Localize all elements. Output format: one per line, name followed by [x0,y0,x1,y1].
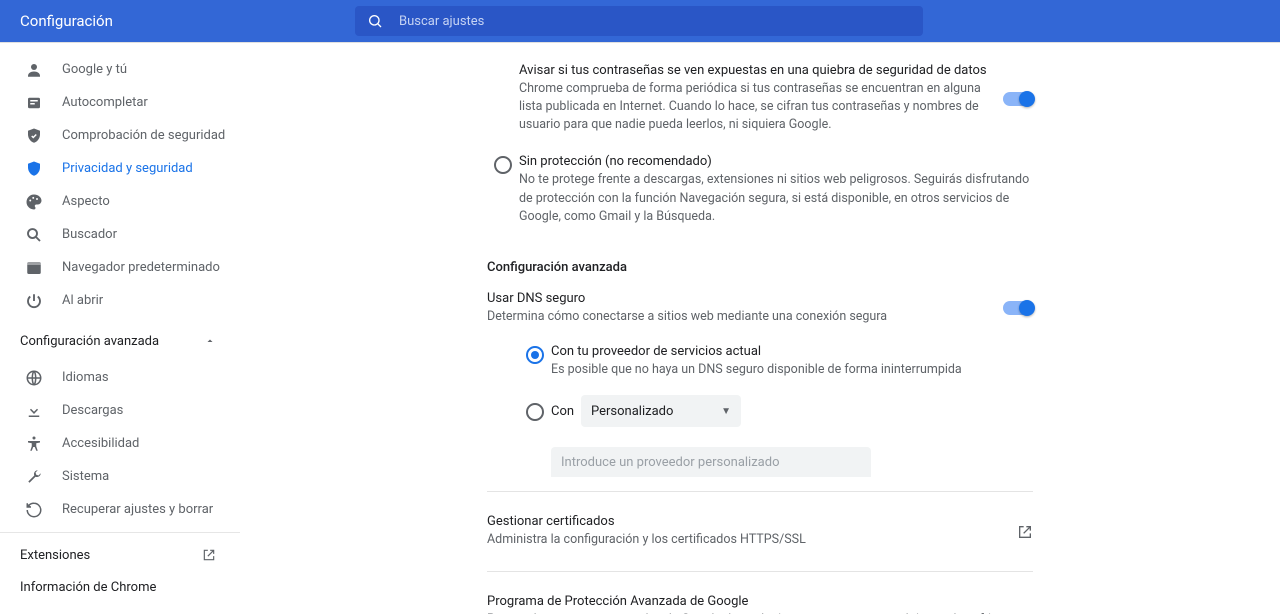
sidebar-item-appearance[interactable]: Aspecto [0,185,240,218]
sidebar-item-label: Buscador [62,227,117,242]
search-icon [367,13,383,29]
sidebar: Google y tú Autocompletar Comprobación d… [0,43,240,614]
sidebar-item-label: Comprobación de seguridad [62,128,225,143]
sidebar-advanced-label: Configuración avanzada [20,334,159,349]
search-icon [24,225,44,245]
shield-icon [24,159,44,179]
radio-dns-current[interactable] [526,346,544,364]
sidebar-item-label: Navegador predeterminado [62,260,220,275]
sidebar-item-privacy-security[interactable]: Privacidad y seguridad [0,152,240,185]
setting-secure-dns: Usar DNS seguro Determina cómo conectars… [487,281,1033,336]
dns-custom-provider-input[interactable]: Introduce un proveedor personalizado [551,447,871,477]
radio-dns-custom[interactable] [526,403,544,421]
setting-desc: Chrome comprueba de forma periódica si t… [519,80,993,134]
chevron-down-icon: ▼ [721,406,731,417]
setting-title: Sin protección (no recomendado) [519,154,1033,169]
palette-icon [24,192,44,212]
settings-title: Configuración [0,12,355,30]
globe-icon [24,368,44,388]
dns-option-desc: Es posible que no haya un DNS seguro dis… [551,361,1033,379]
search-placeholder: Buscar ajustes [399,14,484,29]
row-title: Gestionar certificados [487,514,1017,529]
sidebar-extensions-label: Extensiones [20,548,90,563]
browser-icon [24,258,44,278]
dns-option-custom: Con Personalizado ▼ [487,387,1033,435]
main-content: Avisar si tus contraseñas se ven expuest… [475,43,1045,614]
setting-desc: No te protege frente a descargas, extens… [519,171,1033,225]
sidebar-about-label: Información de Chrome [20,580,156,595]
radio-no-protection[interactable] [494,156,512,174]
chevron-up-icon [204,335,216,347]
sidebar-item-accessibility[interactable]: Accesibilidad [0,427,240,460]
sidebar-item-autofill[interactable]: Autocompletar [0,86,240,119]
dns-option-title: Con tu proveedor de servicios actual [551,344,1033,359]
sidebar-item-label: Autocompletar [62,95,148,110]
sidebar-item-downloads[interactable]: Descargas [0,394,240,427]
sidebar-item-label: Al abrir [62,293,103,308]
setting-title: Avisar si tus contraseñas se ven expuest… [519,63,993,78]
accessibility-icon [24,434,44,454]
row-manage-certificates[interactable]: Gestionar certificados Administra la con… [487,506,1033,557]
setting-desc: Determina cómo conectarse a sitios web m… [487,308,993,326]
sidebar-item-label: Accesibilidad [62,436,139,451]
power-icon [24,291,44,311]
sidebar-item-google-and-you[interactable]: Google y tú [0,53,240,86]
sidebar-item-default-browser[interactable]: Navegador predeterminado [0,251,240,284]
sidebar-item-label: Aspecto [62,194,110,209]
sidebar-item-search-engine[interactable]: Buscador [0,218,240,251]
sidebar-item-label: Descargas [62,403,123,418]
sidebar-item-label: Privacidad y seguridad [62,161,193,176]
dns-dropdown-value: Personalizado [591,404,673,419]
toggle-secure-dns[interactable] [1003,301,1033,315]
shield-check-icon [24,126,44,146]
sidebar-item-reset[interactable]: Recuperar ajustes y borrar [0,493,240,526]
sidebar-extensions-link[interactable]: Extensiones [0,539,240,571]
sidebar-item-safety-check[interactable]: Comprobación de seguridad [0,119,240,152]
dns-provider-dropdown[interactable]: Personalizado ▼ [581,395,741,427]
sidebar-item-languages[interactable]: Idiomas [0,361,240,394]
toggle-password-breach[interactable] [1003,92,1033,106]
main-scroll[interactable]: Avisar si tus contraseñas se ven expuest… [240,43,1280,614]
sidebar-item-system[interactable]: Sistema [0,460,240,493]
sidebar-item-label: Google y tú [62,62,127,77]
sidebar-item-label: Idiomas [62,370,109,385]
row-desc: Administra la configuración y los certif… [487,531,1017,549]
restore-icon [24,500,44,520]
person-icon [24,60,44,80]
search-box[interactable]: Buscar ajustes [355,6,923,36]
sidebar-item-label: Sistema [62,469,109,484]
dns-custom-label: Con [551,404,574,419]
open-in-new-icon [202,548,216,562]
download-icon [24,401,44,421]
setting-no-protection: Sin protección (no recomendado) No te pr… [487,144,1033,235]
row-advanced-protection[interactable]: Programa de Protección Avanzada de Googl… [487,586,1033,614]
section-advanced-heading: Configuración avanzada [487,260,1033,275]
sidebar-advanced-toggle[interactable]: Configuración avanzada [0,321,240,361]
sidebar-about-link[interactable]: Información de Chrome [0,571,240,603]
row-title: Programa de Protección Avanzada de Googl… [487,594,1017,609]
topbar: Configuración Buscar ajustes [0,0,1280,42]
open-in-new-icon [1017,524,1033,540]
setting-password-breach: Avisar si tus contraseñas se ven expuest… [487,53,1033,144]
setting-title: Usar DNS seguro [487,291,993,306]
dns-option-current-provider: Con tu proveedor de servicios actual Es … [487,336,1033,387]
wrench-icon [24,467,44,487]
autofill-icon [24,93,44,113]
sidebar-item-on-startup[interactable]: Al abrir [0,284,240,317]
dns-custom-placeholder: Introduce un proveedor personalizado [561,455,780,470]
sidebar-item-label: Recuperar ajustes y borrar [62,502,213,517]
